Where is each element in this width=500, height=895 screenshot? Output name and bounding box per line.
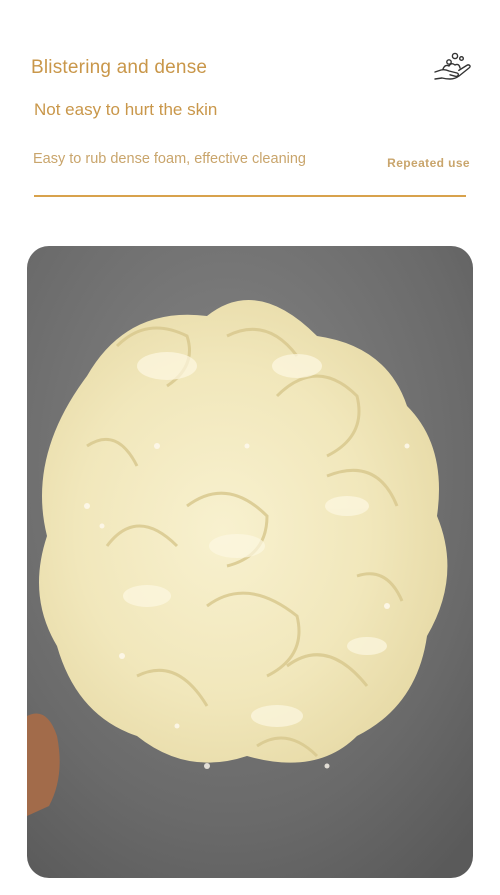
repeated-use-label: Repeated use: [387, 156, 470, 170]
section-subtitle: Not easy to hurt the skin: [34, 100, 218, 119]
feature-description: Easy to rub dense foam, effective cleani…: [33, 151, 306, 167]
section-title: Blistering and dense: [31, 57, 208, 78]
hand-with-bubbles-icon: [433, 50, 473, 86]
divider-line: [34, 195, 466, 197]
product-photo: [27, 246, 473, 878]
